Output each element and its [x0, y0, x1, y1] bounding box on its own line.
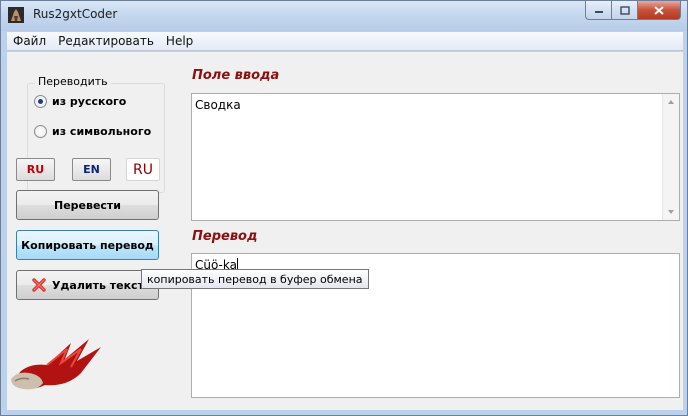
minimize-button[interactable] [585, 1, 611, 20]
copy-tooltip: копировать перевод в буфер обмена [141, 269, 369, 289]
radio-from-russian-label: из русского [52, 95, 127, 108]
copy-translation-button[interactable]: Копировать перевод [16, 230, 159, 260]
scroll-down-icon[interactable] [668, 210, 674, 214]
menu-edit[interactable]: Редактировать [52, 32, 160, 50]
input-scrollbar[interactable] [662, 94, 679, 220]
radio-from-symbolic[interactable]: из символьного [34, 125, 151, 138]
en-button[interactable]: EN [72, 158, 111, 181]
radio-from-russian[interactable]: из русского [34, 95, 126, 108]
window-title: Rus2gxtCoder [33, 7, 118, 21]
translate-button-label: Перевести [53, 198, 122, 212]
maximize-button[interactable] [611, 1, 637, 20]
scroll-up-icon[interactable] [668, 100, 674, 104]
input-text: Сводка [195, 98, 241, 112]
title-bar[interactable]: Rus2gxtCoder [1, 1, 687, 31]
menu-bar: Файл Редактировать Help [7, 32, 683, 51]
close-icon [654, 5, 664, 15]
ru-layout-indicator[interactable]: RU [126, 158, 160, 181]
delete-text-button-label: Удалить текст [52, 278, 144, 292]
app-icon [8, 7, 24, 23]
translate-button[interactable]: Перевести [16, 190, 159, 220]
menu-help[interactable]: Help [160, 32, 199, 50]
client-area: Переводить из русского из символьного RU… [7, 52, 683, 410]
input-field-label: Поле ввода [192, 68, 280, 83]
copy-translation-button-label: Копировать перевод [21, 238, 154, 252]
app-window: Rus2gxtCoder Файл Редактировать Help Пер… [0, 0, 688, 416]
delete-text-button[interactable]: Удалить текст [16, 270, 159, 300]
maximize-icon [619, 5, 630, 15]
ru-button[interactable]: RU [16, 158, 55, 181]
close-button[interactable] [637, 1, 681, 20]
minimize-icon [594, 11, 603, 13]
radio-indicator-unchecked[interactable] [34, 125, 47, 138]
radio-indicator-checked[interactable] [34, 95, 47, 108]
output-field-label: Перевод [192, 229, 258, 244]
direction-group-title: Переводить [35, 75, 111, 88]
brand-logo [7, 335, 107, 393]
red-x-icon [32, 278, 46, 292]
radio-from-symbolic-label: из символьного [52, 125, 152, 138]
menu-file[interactable]: Файл [7, 32, 52, 50]
input-textarea[interactable]: Сводка [191, 93, 680, 221]
